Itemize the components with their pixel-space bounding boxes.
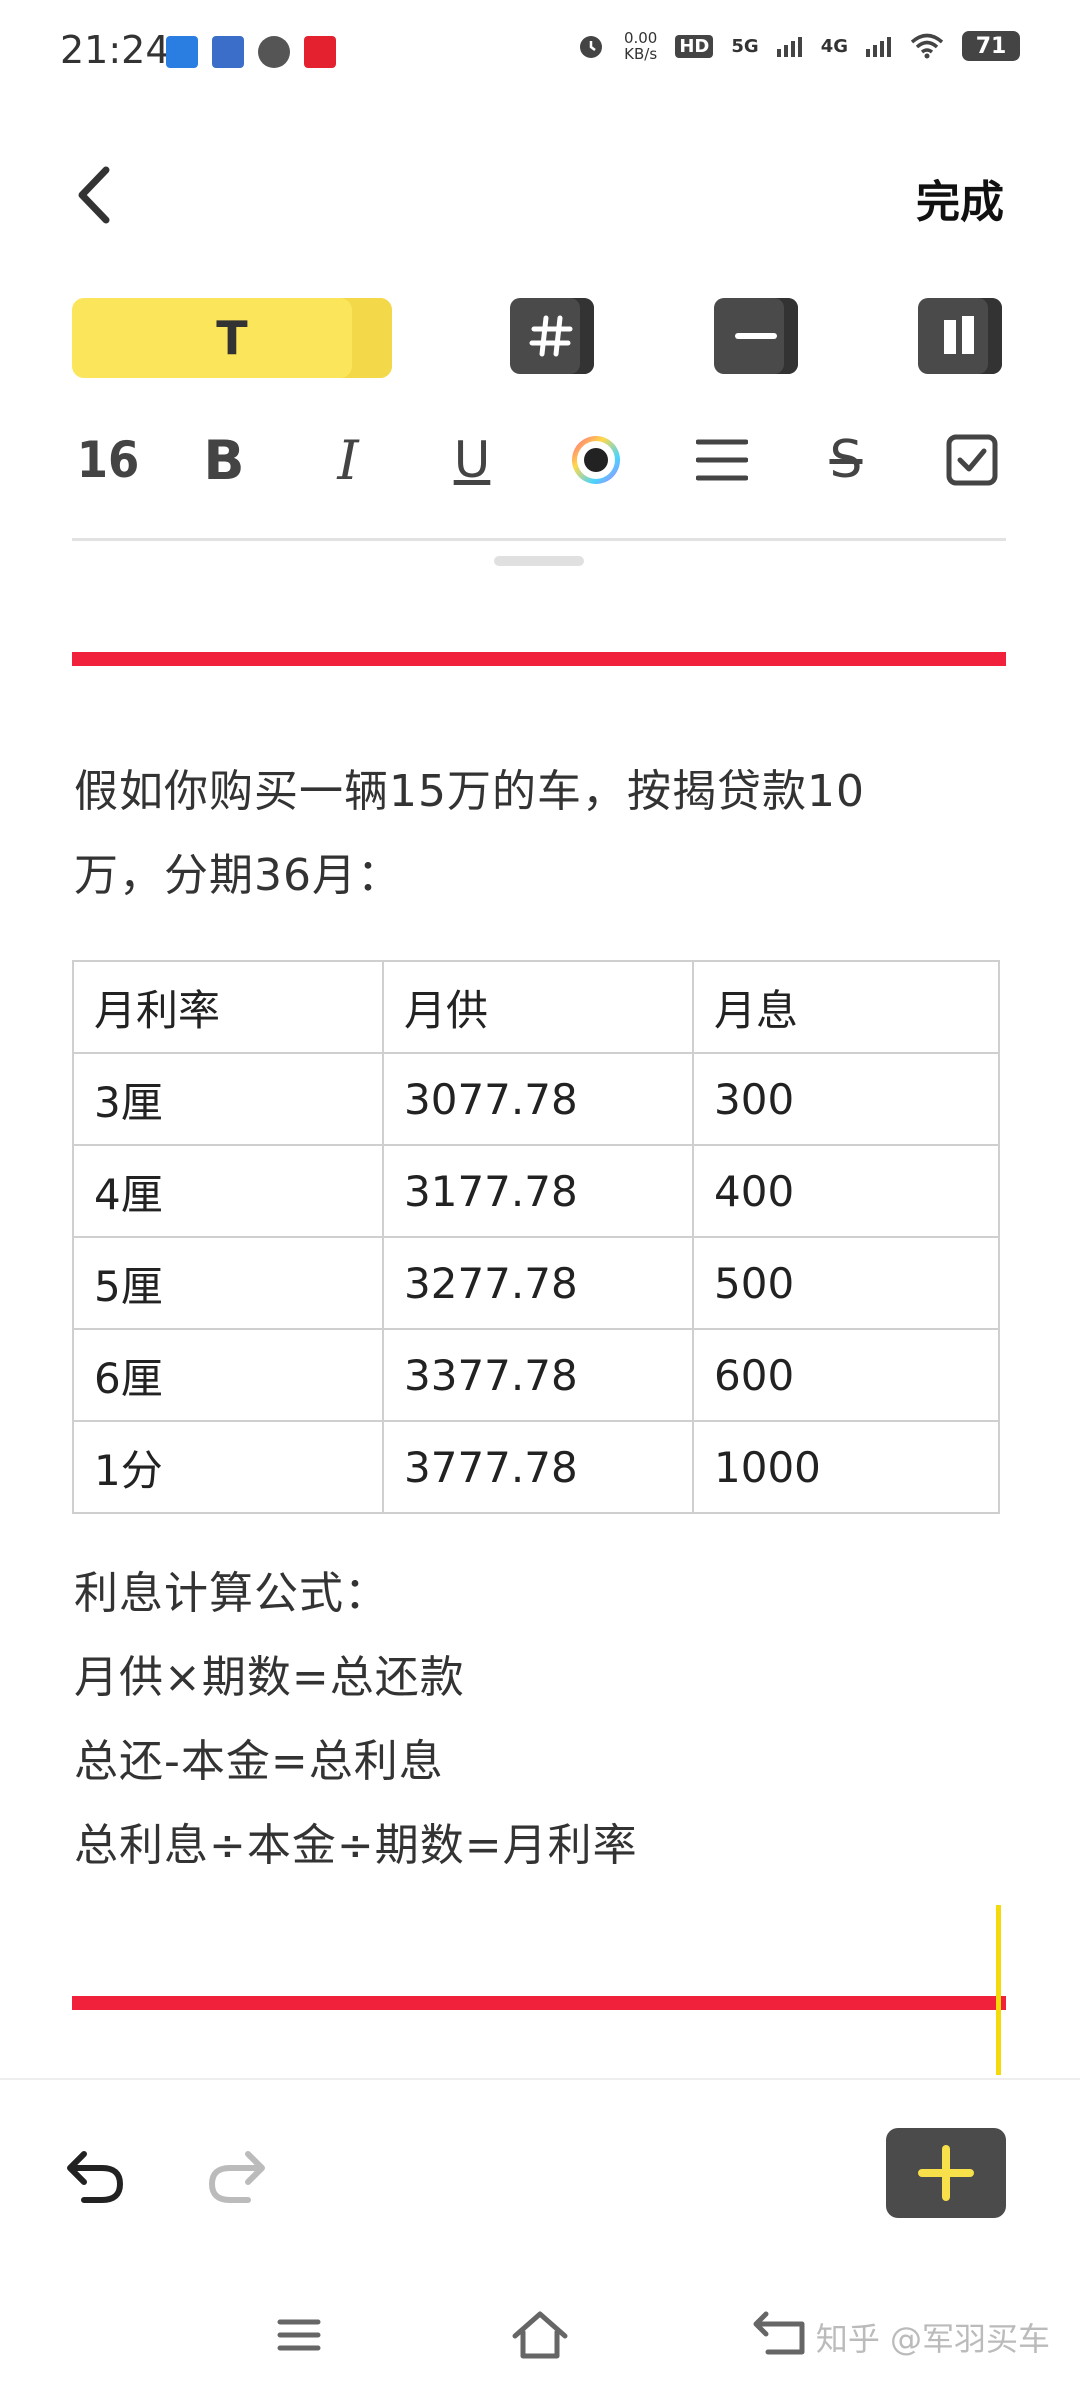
table-cell[interactable]: 1分 (72, 1420, 384, 1514)
plus-icon (918, 2145, 974, 2201)
back-button[interactable] (70, 160, 120, 230)
done-button[interactable]: 完成 (916, 166, 1004, 230)
nav-home-button[interactable] (505, 2300, 575, 2370)
table-cell[interactable]: 3777.78 (382, 1420, 694, 1514)
formula-line-1[interactable]: 月供×期数=总还款 (74, 1636, 465, 1720)
table-header-cell[interactable]: 月利率 (72, 960, 384, 1054)
table-cell[interactable]: 1000 (692, 1420, 1000, 1514)
table-cell[interactable]: 500 (692, 1236, 1000, 1330)
red-divider-top (72, 652, 1006, 666)
battery-icon: 71 (962, 31, 1020, 61)
table-cell[interactable]: 300 (692, 1052, 1000, 1146)
table-row: 1分 3777.78 1000 (72, 1420, 1000, 1514)
watermark: 知乎 @军羽买车 (815, 2320, 1050, 2358)
undo-icon (67, 2151, 124, 2203)
nav-back-button[interactable] (746, 2300, 816, 2370)
home-icon (512, 2311, 568, 2359)
underline-button[interactable]: U (442, 430, 502, 490)
alarm-icon (579, 36, 602, 58)
intro-line-2[interactable]: 万，分期36月： (74, 834, 402, 918)
intro-line-1[interactable]: 假如你购买一辆15万的车，按揭贷款10 (74, 750, 865, 834)
status-time: 21:24 (60, 28, 170, 72)
add-button[interactable] (886, 2128, 1006, 2218)
table-row: 5厘 3277.78 500 (72, 1236, 1000, 1330)
signal-icon (776, 37, 802, 57)
return-icon (753, 2311, 805, 2355)
columns-icon (944, 316, 974, 354)
align-lines-icon (696, 439, 748, 481)
table-header-cell[interactable]: 月供 (382, 960, 694, 1054)
status-icons: 0.00 KB/s HD 5G 4G 71 (576, 30, 1020, 62)
notes-editor-screen: 21:24 0.00 KB/s HD 5G 4G 71 完成 T 16 B I … (0, 0, 1080, 2400)
italic-button[interactable]: I (318, 429, 378, 492)
signal-icon-2 (866, 37, 891, 57)
tab-text-label: T (216, 311, 248, 365)
table-header-cell[interactable]: 月息 (692, 960, 1000, 1054)
tab-divider[interactable] (714, 298, 798, 374)
font-size-button[interactable]: 16 (68, 430, 148, 490)
table-cell[interactable]: 3177.78 (382, 1144, 694, 1238)
redo-icon (208, 2151, 265, 2203)
network-4g: 4G (820, 35, 848, 57)
news-notification-icon (212, 36, 244, 68)
battery-level: 71 (975, 33, 1007, 59)
tab-text-style[interactable]: T (72, 298, 392, 378)
shopping-notification-icon (304, 36, 336, 68)
redo-button[interactable] (200, 2140, 270, 2210)
bold-button[interactable]: B (194, 429, 254, 492)
app-notification-icon (166, 36, 198, 68)
table-cell[interactable]: 600 (692, 1328, 1000, 1422)
table-cell[interactable]: 3077.78 (382, 1052, 694, 1146)
table-cell[interactable]: 3377.78 (382, 1328, 694, 1422)
table-cell[interactable]: 5厘 (72, 1236, 384, 1330)
color-palette-icon (572, 436, 620, 484)
table-cell[interactable]: 3277.78 (382, 1236, 694, 1330)
text-color-button[interactable] (566, 430, 626, 490)
table-row: 3厘 3077.78 300 (72, 1052, 1000, 1146)
align-button[interactable] (692, 430, 752, 490)
network-5g: 5G (731, 35, 759, 57)
tab-heading[interactable] (510, 298, 594, 374)
interest-table[interactable]: 月利率 月供 月息 3厘 3077.78 300 4厘 3177.78 400 … (72, 960, 1000, 1514)
speed-unit: KB/s (624, 45, 658, 63)
speed-value: 0.00 (623, 29, 658, 47)
table-cell[interactable]: 3厘 (72, 1052, 384, 1146)
formula-line-3[interactable]: 总利息÷本金÷期数=月利率 (74, 1804, 638, 1888)
table-cell[interactable]: 400 (692, 1144, 1000, 1238)
formula-title[interactable]: 利息计算公式： (74, 1552, 389, 1636)
table-header-row: 月利率 月供 月息 (72, 960, 1000, 1054)
menu-icon (277, 2319, 321, 2351)
red-divider-bottom (72, 1996, 1006, 2010)
table-cell[interactable]: 4厘 (72, 1144, 384, 1238)
network-speed: 0.00 KB/s (624, 30, 657, 62)
hd-indicator: HD (675, 34, 714, 58)
checkbox-icon (946, 434, 998, 486)
tab-columns[interactable] (918, 298, 1002, 374)
toolbar-divider (72, 538, 1006, 541)
table-row: 6厘 3377.78 600 (72, 1328, 1000, 1422)
horizontal-line-icon (735, 333, 777, 339)
text-cursor (996, 1905, 1001, 2075)
undo-button[interactable] (62, 2140, 132, 2210)
table-cell[interactable]: 6厘 (72, 1328, 384, 1422)
wifi-icon (910, 33, 944, 59)
formula-line-2[interactable]: 总还-本金=总利息 (74, 1720, 444, 1804)
nav-menu-button[interactable] (264, 2300, 334, 2370)
status-bar: 21:24 0.00 KB/s HD 5G 4G 71 (0, 0, 1080, 110)
message-notification-icon (258, 36, 290, 68)
chevron-left-icon (78, 166, 110, 224)
drag-handle[interactable] (494, 556, 584, 566)
bottom-divider (0, 2078, 1080, 2080)
table-row: 4厘 3177.78 400 (72, 1144, 1000, 1238)
hash-icon (529, 315, 573, 357)
checkbox-button[interactable] (942, 430, 1002, 490)
strikethrough-button[interactable]: S (816, 430, 876, 490)
